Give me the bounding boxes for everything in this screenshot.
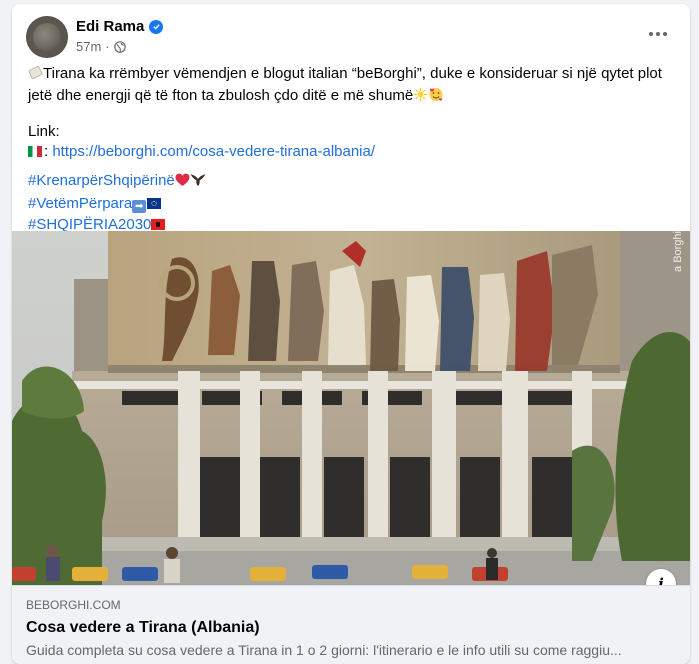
- globe-icon[interactable]: [113, 40, 126, 53]
- link-label: Link:: [28, 123, 60, 140]
- hashtag-vetem[interactable]: #VetëmPërpara: [28, 195, 132, 212]
- eagle-emoji-icon: [190, 172, 206, 193]
- post-meta: 57m ·: [76, 39, 126, 54]
- red-heart-emoji-icon: [175, 172, 190, 193]
- preview-title[interactable]: Cosa vedere a Tirana (Albania): [26, 619, 260, 637]
- link-preview-card[interactable]: BEBORGHI.COM Cosa vedere a Tirana (Alban…: [12, 585, 690, 664]
- preview-domain: BEBORGHI.COM: [26, 598, 121, 612]
- verified-badge-icon: [149, 19, 164, 34]
- author-line: Edi Rama: [76, 18, 164, 35]
- post-header: Edi Rama 57m ·: [12, 4, 690, 64]
- author-avatar[interactable]: [26, 16, 68, 58]
- sparkle-emoji-icon: [413, 87, 428, 108]
- albania-flag-icon: [151, 219, 166, 230]
- post-paragraph: Tirana ka rrëmbyer vëmendjen e blogut it…: [28, 64, 676, 108]
- post-time[interactable]: 57m: [76, 39, 101, 54]
- meta-dot: ·: [105, 39, 110, 54]
- photo-watermark: a Borghi: [672, 231, 684, 272]
- hashtag-krenar[interactable]: #KrenarpërShqipërinë: [28, 172, 175, 189]
- right-arrow-emoji-icon: ➡: [132, 200, 147, 213]
- smiling-hearts-emoji-icon: [428, 86, 444, 108]
- post-body: Tirana ka rrëmbyer vëmendjen e blogut it…: [12, 64, 690, 235]
- more-options-icon[interactable]: [642, 20, 674, 48]
- newspaper-emoji-icon: [28, 65, 43, 86]
- author-name[interactable]: Edi Rama: [76, 18, 144, 35]
- post-paragraph-text: Tirana ka rrëmbyer vëmendjen e blogut it…: [28, 65, 662, 104]
- post-card: Edi Rama 57m · Tirana ka rrëmbyer vëmend…: [12, 4, 690, 664]
- article-link[interactable]: https://beborghi.com/cosa-vedere-tirana-…: [52, 143, 375, 160]
- hashtag-list: #KrenarpërShqipërinë #VetëmPërpara ➡ #SHQ…: [28, 170, 676, 235]
- museum-photo: [12, 231, 690, 585]
- link-line: : https://beborghi.com/cosa-vedere-tiran…: [28, 142, 676, 162]
- italy-flag-icon: [28, 146, 42, 157]
- eu-flag-icon: [147, 198, 162, 209]
- post-image[interactable]: a Borghi: [12, 231, 690, 585]
